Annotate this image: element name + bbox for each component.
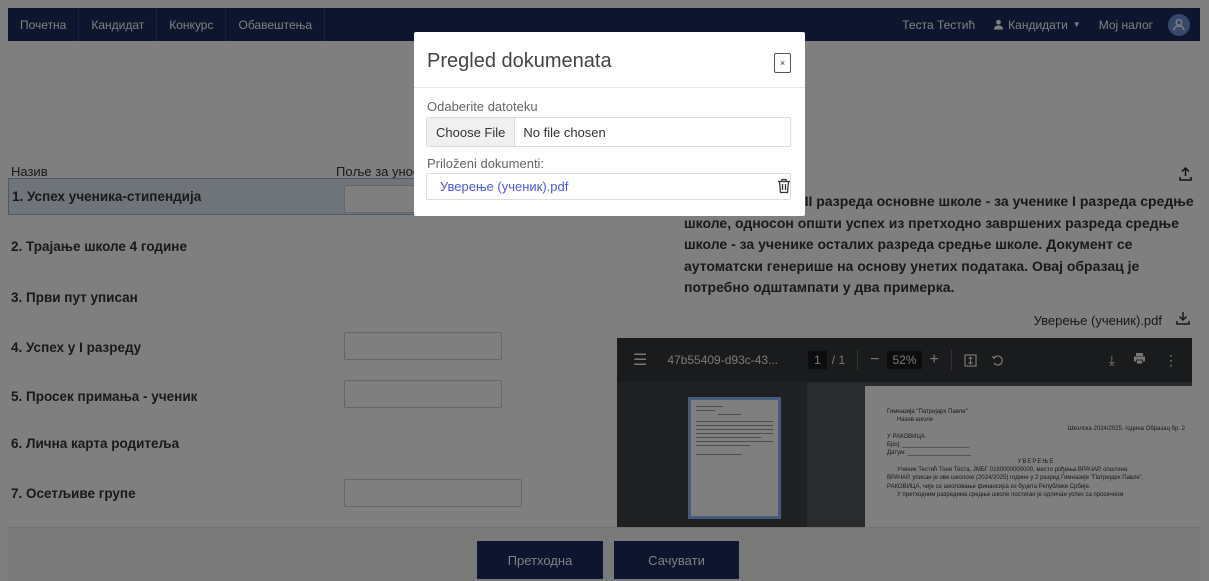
file-input-status: No file chosen: [523, 124, 606, 140]
choose-file-button[interactable]: Choose File: [427, 118, 516, 146]
attached-document-link[interactable]: Уверење (ученик).pdf: [426, 173, 791, 200]
file-select-label: Odaberite datoteku: [427, 99, 538, 114]
trash-icon[interactable]: [777, 178, 793, 196]
close-button[interactable]: ×: [774, 53, 791, 73]
modal-title: Pregled dokumenata: [427, 50, 612, 72]
close-icon: ×: [779, 58, 786, 68]
modal-divider: [414, 87, 805, 88]
attached-documents-label: Priloženi dokumenti:: [427, 156, 545, 171]
file-input[interactable]: Choose File No file chosen: [426, 117, 791, 147]
document-preview-modal: Pregled dokumenata × Odaberite datoteku …: [414, 32, 805, 216]
